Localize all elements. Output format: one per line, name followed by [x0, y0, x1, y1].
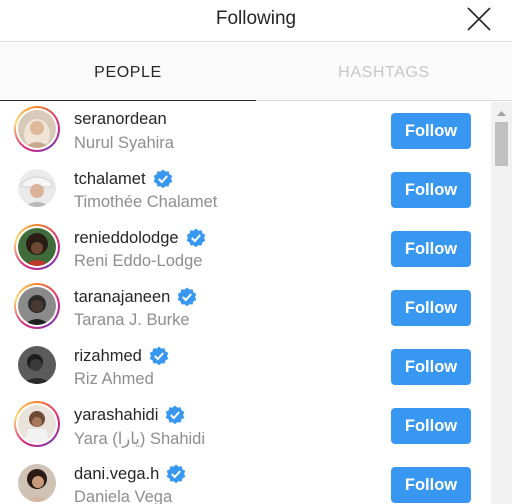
verified-badge-icon [165, 405, 185, 425]
list-item: dani.vega.h Daniela Vega Follow [0, 456, 490, 504]
follow-button[interactable]: Follow [391, 172, 471, 208]
verified-badge-icon [166, 464, 186, 484]
list-item: renieddolodge Reni Eddo-Lodge Follow [0, 220, 490, 279]
tab-hashtags[interactable]: HASHTAGS [256, 43, 512, 101]
follow-button[interactable]: Follow [391, 467, 471, 503]
verified-badge-icon [153, 169, 173, 189]
tab-people[interactable]: PEOPLE [0, 43, 256, 101]
list-item: seranordean Nurul Syahira Follow [0, 102, 490, 161]
scroll-up-arrow-icon[interactable] [491, 106, 512, 120]
avatar-container[interactable] [14, 165, 60, 211]
full-name: Timothée Chalamet [74, 193, 218, 211]
full-name: Tarana J. Burke [74, 311, 190, 329]
active-tab-indicator [0, 100, 256, 101]
scrollbar[interactable] [491, 102, 512, 504]
full-name: Daniela Vega [74, 488, 173, 504]
story-ring[interactable] [14, 401, 60, 447]
follow-button[interactable]: Follow [391, 349, 471, 385]
full-name: Yara (يارا) Shahidi [74, 430, 206, 448]
follow-button[interactable]: Follow [391, 231, 471, 267]
list-item: rizahmed Riz Ahmed Follow [0, 338, 490, 397]
avatar-container[interactable] [14, 460, 60, 504]
verified-badge-icon [186, 228, 206, 248]
full-name: Riz Ahmed [74, 370, 154, 388]
username[interactable]: dani.vega.h [74, 464, 186, 484]
scrollbar-thumb[interactable] [495, 122, 508, 166]
follow-button[interactable]: Follow [391, 408, 471, 444]
avatar [18, 169, 56, 207]
username[interactable]: tchalamet [74, 169, 173, 189]
verified-badge-icon [177, 287, 197, 307]
list-item: tchalamet Timothée Chalamet Follow [0, 161, 490, 220]
follow-button[interactable]: Follow [391, 113, 471, 149]
username[interactable]: rizahmed [74, 346, 169, 366]
username[interactable]: renieddolodge [74, 228, 206, 248]
story-ring[interactable] [14, 283, 60, 329]
list-item: yarashahidi Yara (يارا) Shahidi Follow [0, 397, 490, 456]
username[interactable]: seranordean [74, 110, 167, 129]
follow-button[interactable]: Follow [391, 290, 471, 326]
tab-bar: PEOPLE HASHTAGS [0, 43, 512, 101]
story-ring[interactable] [14, 224, 60, 270]
username[interactable]: yarashahidi [74, 405, 185, 425]
dialog-title: Following [215, 8, 297, 29]
dialog-header: Following [0, 0, 512, 42]
avatar [18, 405, 56, 443]
full-name: Reni Eddo-Lodge [74, 252, 203, 270]
story-ring[interactable] [14, 106, 60, 152]
avatar [18, 346, 56, 384]
full-name: Nurul Syahira [74, 134, 174, 152]
avatar [18, 287, 56, 325]
avatar [18, 228, 56, 266]
verified-badge-icon [149, 346, 169, 366]
avatar [18, 110, 56, 148]
tab-divider [256, 100, 512, 101]
list-item: taranajaneen Tarana J. Burke Follow [0, 279, 490, 338]
avatar-container[interactable] [14, 342, 60, 388]
username[interactable]: taranajaneen [74, 287, 197, 307]
following-list: seranordean Nurul Syahira Follow tchalam… [0, 102, 490, 504]
avatar [18, 464, 56, 502]
close-icon[interactable] [466, 6, 492, 32]
